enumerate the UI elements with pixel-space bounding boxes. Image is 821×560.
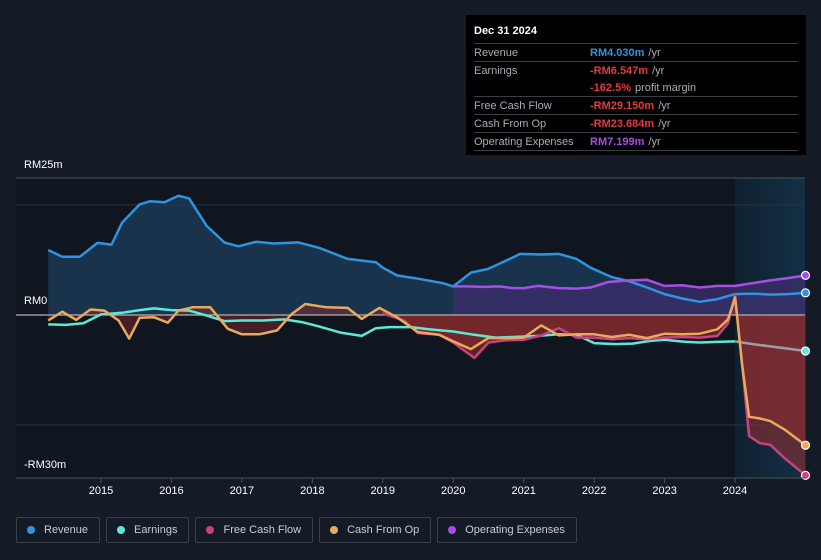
tooltip-row-label: Free Cash Flow (474, 100, 552, 112)
legend-item-revenue[interactable]: Revenue (16, 517, 101, 543)
legend-label: Free Cash Flow (223, 524, 302, 536)
tooltip-row: Operating Expenses RM7.199m/yr (474, 134, 798, 151)
tooltip-row-value: RM7.199m (590, 136, 645, 148)
tooltip-row-value: -RM29.150m (590, 100, 655, 112)
tooltip-row-unit: /yr (652, 65, 665, 77)
y-tick-label-zero: RM0 (24, 295, 48, 307)
tooltip-row: Cash From Op -RM23.684m/yr (474, 116, 798, 133)
x-tick-label: 2024 (722, 485, 748, 497)
tooltip-row-unit: /yr (658, 118, 671, 130)
y-tick-label-bottom: -RM30m (24, 459, 67, 471)
legend-label: Cash From Op (347, 524, 420, 536)
x-tick-label: 2016 (159, 485, 184, 497)
legend-dot-icon (27, 526, 35, 534)
x-tick-label: 2022 (581, 485, 607, 497)
x-tick-label: 2020 (441, 485, 466, 497)
legend-label: Revenue (44, 524, 89, 536)
legend-label: Earnings (134, 524, 178, 536)
tooltip-row-unit: profit margin (634, 82, 697, 94)
legend-dot-icon (330, 526, 339, 534)
legend: Revenue Earnings Free Cash Flow Cash From O… (16, 517, 577, 543)
revenue-endpoint (800, 288, 811, 298)
operating-expenses-endpoint (800, 270, 811, 280)
tooltip-row-label: Revenue (474, 47, 519, 59)
tooltip-row-value: -162.5% (590, 82, 631, 94)
tooltip-row: -162.5% profit margin (474, 80, 798, 97)
legend-item-operating-expenses[interactable]: Operating Expenses (437, 517, 577, 543)
tooltip-row-unit: /yr (658, 100, 671, 112)
tooltip-row-value: -RM23.684m (590, 118, 655, 130)
tooltip-row-unit: /yr (648, 47, 661, 59)
y-tick-label-top: RM25m (24, 159, 63, 171)
tooltip-row: Earnings -RM6.547m/yr (474, 63, 798, 79)
tooltip-row-value: RM4.030m (590, 47, 645, 59)
legend-label: Operating Expenses (465, 524, 565, 536)
tooltip-row-label (474, 80, 590, 96)
tooltip-row-unit: /yr (648, 136, 661, 148)
tooltip-row-value: -RM6.547m (590, 65, 649, 77)
legend-dot-icon (206, 526, 215, 534)
x-tick-label: 2019 (370, 485, 396, 497)
x-tick-label: 2021 (511, 485, 536, 497)
tooltip-row-label: Operating Expenses (474, 136, 574, 148)
x-tick-label: 2015 (88, 485, 114, 497)
legend-item-cash-from-op[interactable]: Cash From Op (319, 517, 432, 543)
x-tick-label: 2018 (300, 485, 325, 497)
tooltip-row-label: Earnings (474, 65, 518, 77)
tooltip-row-label: Cash From Op (474, 118, 547, 130)
tooltip-row: Revenue RM4.030m/yr (474, 45, 798, 62)
x-tick-label: 2017 (229, 485, 255, 497)
legend-item-free-cash-flow[interactable]: Free Cash Flow (195, 517, 314, 543)
legend-dot-icon (448, 526, 457, 534)
legend-dot-icon (117, 526, 126, 534)
x-tick-label: 2023 (652, 485, 677, 497)
tooltip-row: Free Cash Flow -RM29.150m/yr (474, 98, 798, 115)
earnings-endpoint (800, 346, 811, 356)
legend-item-earnings[interactable]: Earnings (106, 517, 190, 543)
cash-from-op-endpoint (800, 440, 811, 450)
tooltip-date: Dec 31 2024 (474, 23, 798, 44)
x-axis (16, 477, 805, 483)
tooltip-panel: Dec 31 2024 Revenue RM4.030m/yr Earnings -R… (466, 15, 806, 155)
